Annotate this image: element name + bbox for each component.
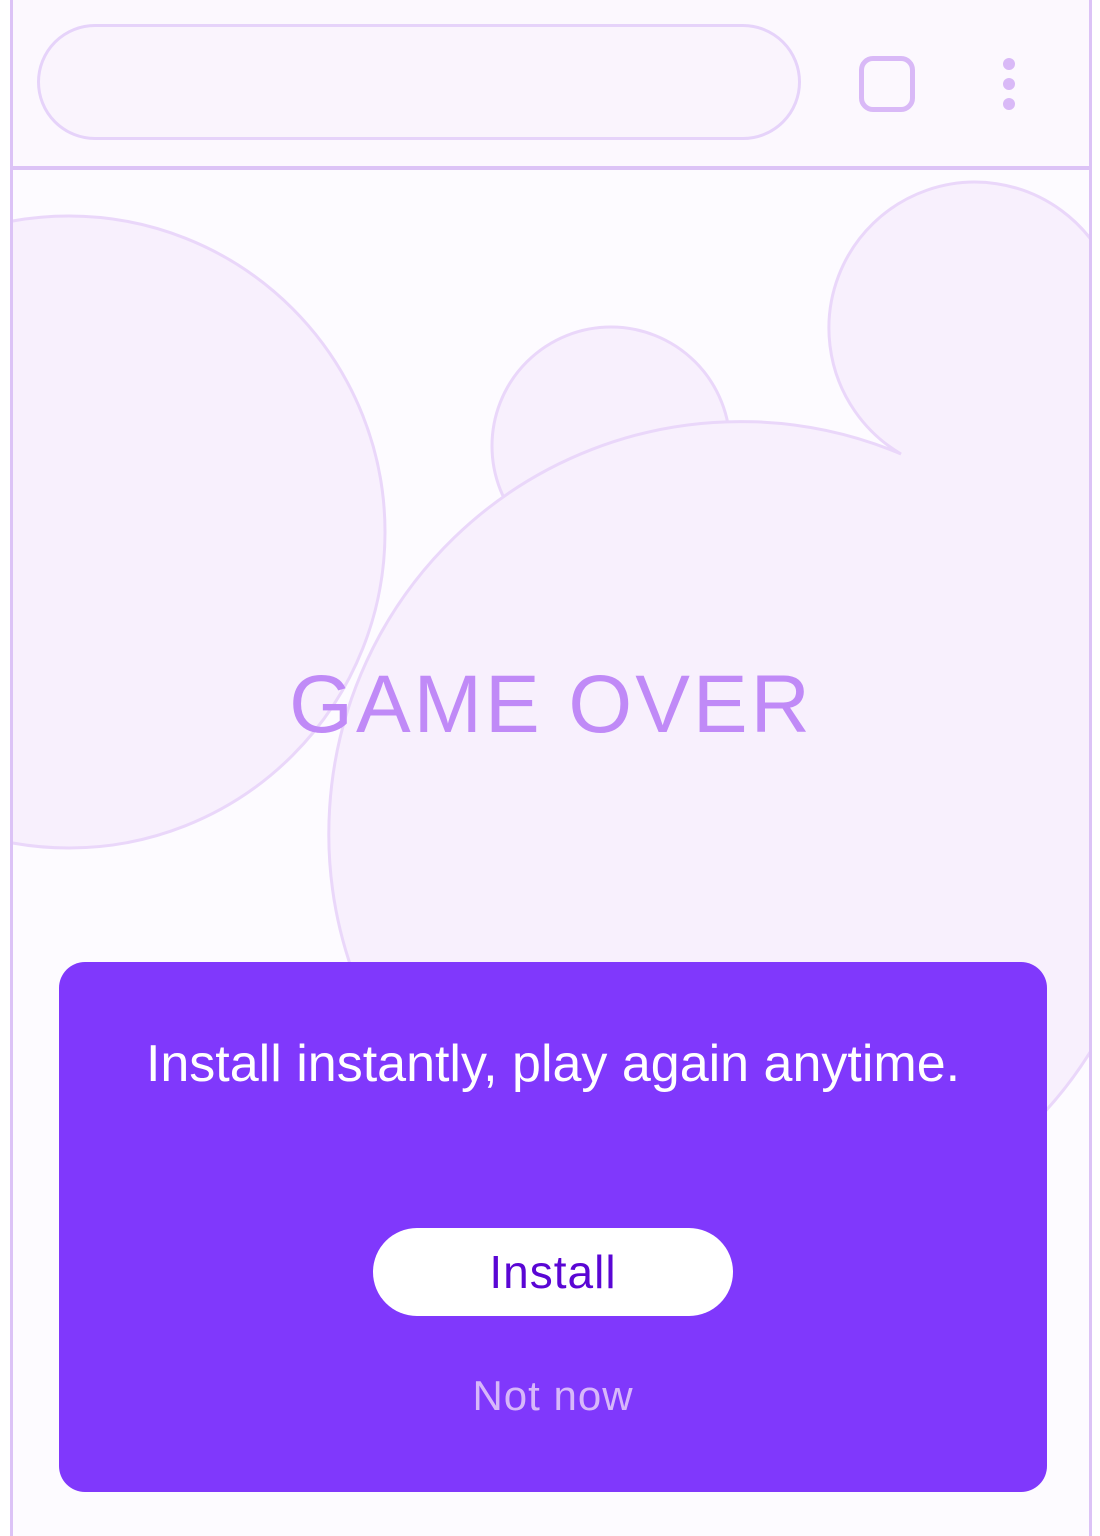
install-prompt-card: Install instantly, play again anytime. I…: [59, 962, 1047, 1492]
more-vert-icon[interactable]: [989, 56, 1029, 112]
tab-switcher-icon[interactable]: [859, 56, 915, 112]
menu-dot: [1003, 78, 1015, 90]
address-bar[interactable]: [37, 24, 801, 140]
not-now-button[interactable]: Not now: [373, 1372, 733, 1420]
menu-dot: [1003, 98, 1015, 110]
browser-window: GAME OVER Install instantly, play again …: [10, 0, 1092, 1536]
menu-dot: [1003, 58, 1015, 70]
game-over-title: GAME OVER: [289, 659, 813, 750]
bg-circle-left: [13, 214, 387, 850]
install-prompt-message: Install instantly, play again anytime.: [145, 1035, 961, 1093]
install-button[interactable]: Install: [373, 1228, 733, 1316]
browser-toolbar: [13, 0, 1089, 170]
game-area: GAME OVER Install instantly, play again …: [13, 170, 1089, 1536]
